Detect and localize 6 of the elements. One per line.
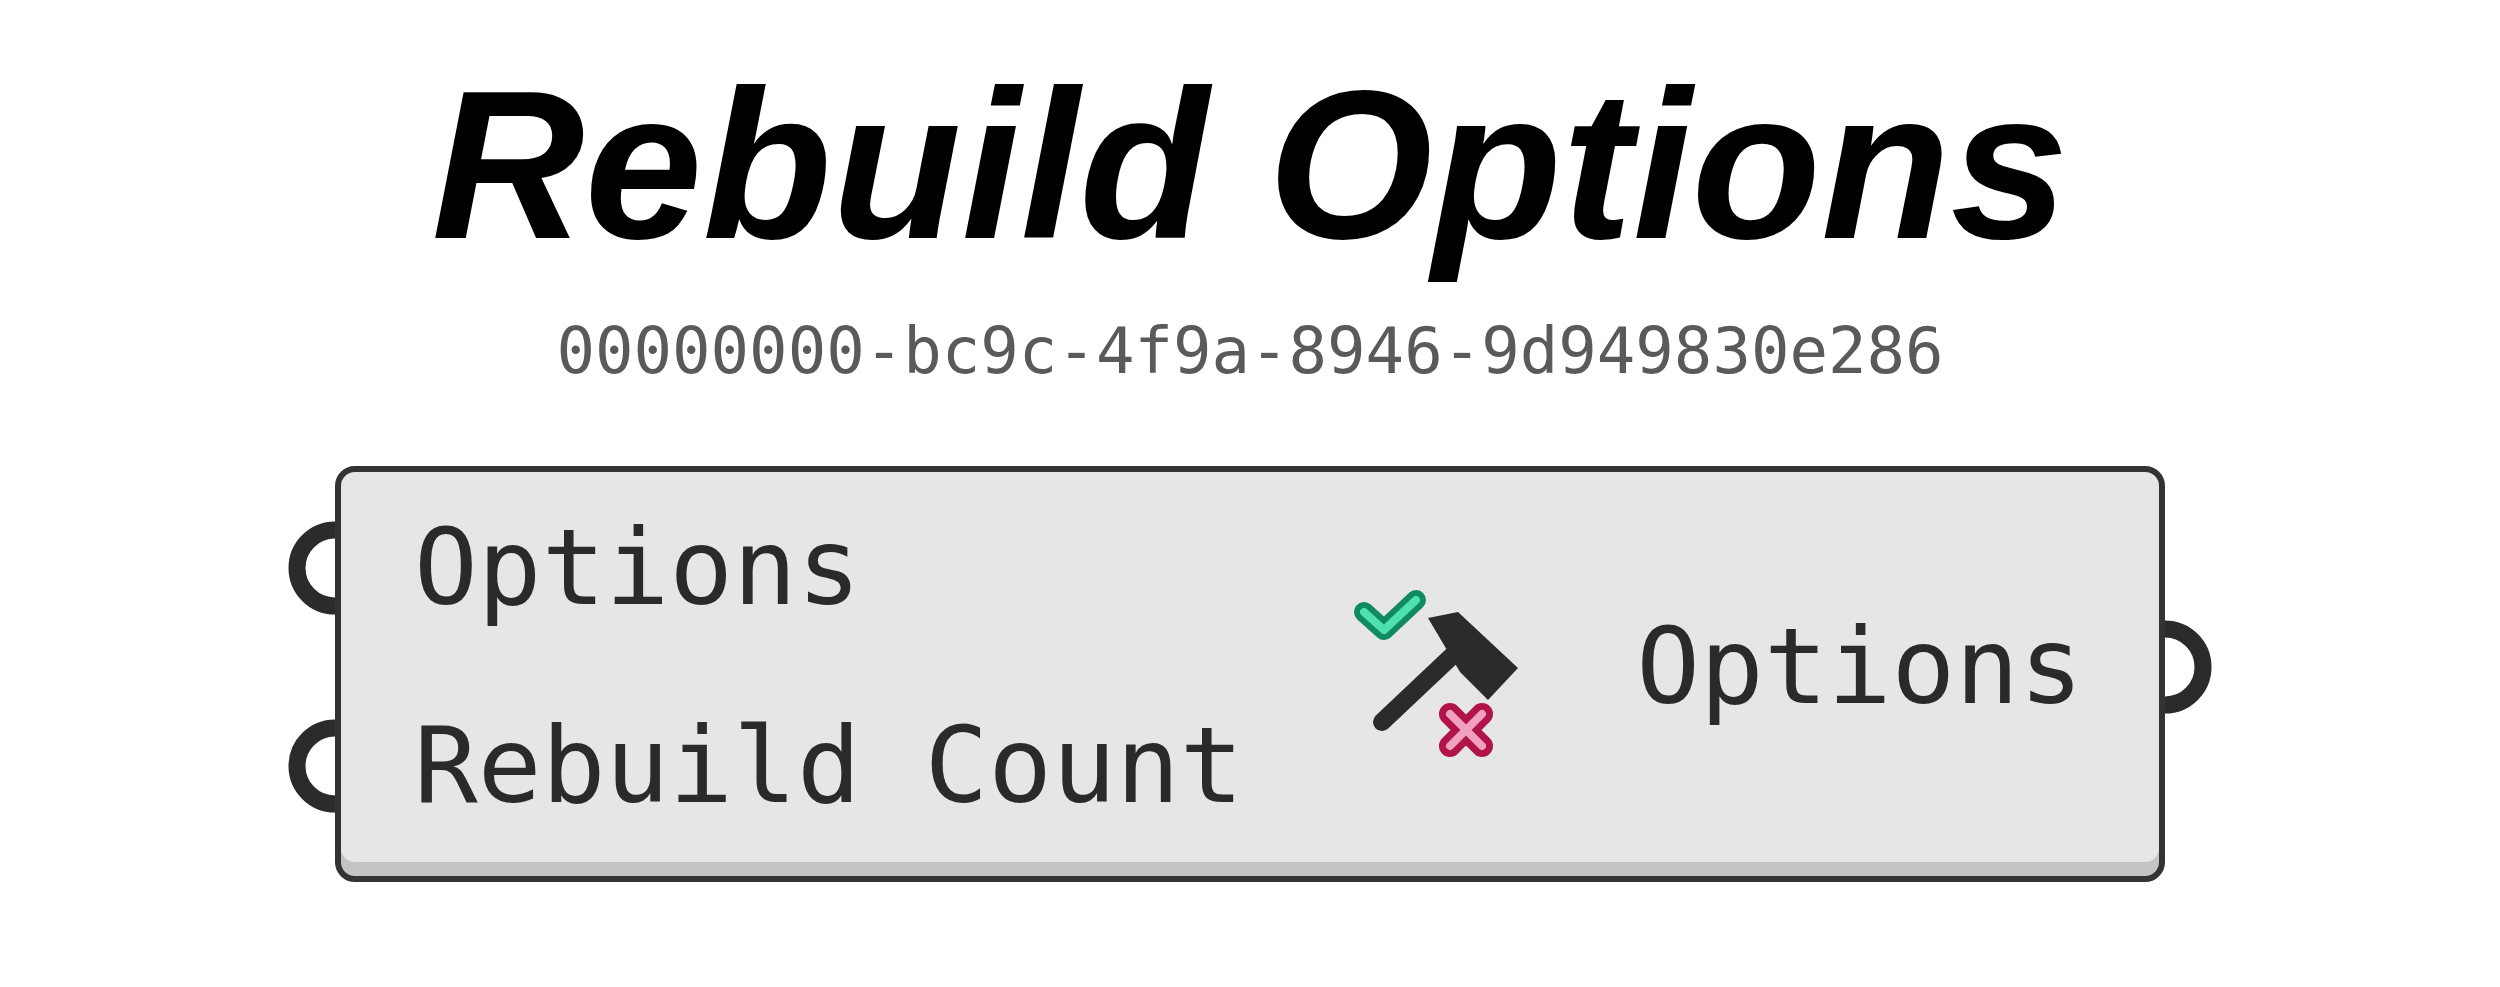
component-guid: 00000000-bc9c-4f9a-8946-9d949830e286 [556,313,1944,391]
input-label: Options [414,504,861,631]
output-label: Options [1636,603,2083,730]
input-label: Rebuild Count [414,702,1244,829]
page-title: Rebuild Options [430,45,2070,285]
component-node[interactable]: Options Rebuild Count Options [335,466,2165,883]
